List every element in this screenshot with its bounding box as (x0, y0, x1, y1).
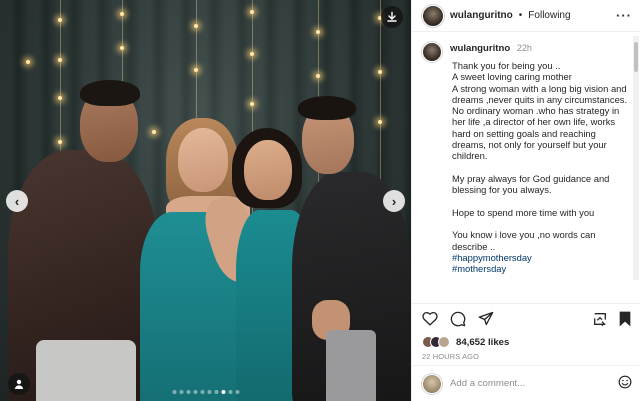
fairy-light (316, 74, 320, 78)
bookmark-icon (619, 311, 631, 326)
action-bar-right (592, 311, 632, 327)
fairy-light (58, 58, 62, 62)
likes-row: 84,652 likes (412, 333, 640, 349)
fairy-light (250, 10, 254, 14)
comment-icon (450, 311, 466, 326)
post-sidebar: wulanguritno • Following ··· wulanguritn… (411, 0, 640, 401)
fairy-light (152, 130, 156, 134)
smiley-icon (618, 375, 632, 389)
download-button[interactable] (381, 6, 403, 28)
carousel-indicator (172, 390, 239, 394)
repost-button[interactable] (592, 311, 608, 327)
person-tag-icon (14, 379, 24, 389)
scrollbar-thumb[interactable] (634, 42, 638, 72)
share-button[interactable] (478, 311, 494, 326)
instagram-post: ‹ › wulanguritno • Following ··· wulangu… (0, 0, 640, 401)
fairy-light (26, 60, 30, 64)
emoji-picker-button[interactable] (618, 375, 632, 392)
save-button[interactable] (618, 311, 632, 327)
post-photo[interactable]: ‹ › (0, 0, 411, 401)
header-separator: • (518, 10, 523, 21)
fairy-light (378, 120, 382, 124)
following-button[interactable]: Following (528, 10, 570, 21)
fairy-light (58, 18, 62, 22)
author-username[interactable]: wulanguritno (450, 10, 513, 21)
action-bar (412, 303, 640, 333)
heart-icon (422, 311, 438, 326)
fairy-light (250, 102, 254, 106)
carousel-next-button[interactable]: › (383, 190, 405, 212)
post-header: wulanguritno • Following ··· (412, 0, 640, 32)
carousel-dot (172, 390, 176, 394)
fairy-light (378, 70, 382, 74)
carousel-dot (207, 390, 211, 394)
carousel-dot (193, 390, 197, 394)
fairy-light (58, 96, 62, 100)
carousel-dot (214, 390, 218, 394)
download-icon (387, 11, 397, 22)
caption-time: 22h (516, 43, 532, 53)
author-avatar[interactable] (422, 4, 444, 27)
caption-text: Thank you for being you .. A sweet lovin… (452, 60, 628, 252)
carousel-dot (179, 390, 183, 394)
fairy-light (250, 52, 254, 56)
carousel-dot (186, 390, 190, 394)
caption-author-avatar[interactable] (422, 42, 442, 62)
carousel-dot (200, 390, 204, 394)
fairy-light (194, 24, 198, 28)
caption-section: wulanguritno 22h Thank you for being you… (412, 32, 640, 303)
comment-input[interactable] (450, 378, 610, 389)
fairy-light (120, 12, 124, 16)
fairy-light (194, 68, 198, 72)
liker-avatar (438, 336, 450, 348)
carousel-dot (235, 390, 239, 394)
caption-username[interactable]: wulanguritno (450, 43, 510, 54)
fairy-light (316, 30, 320, 34)
share-icon (478, 311, 494, 326)
post-timestamp: 22 HOURS AGO (422, 352, 480, 361)
chevron-left-icon: ‹ (14, 193, 20, 209)
carousel-dot (221, 390, 225, 394)
caption-hashtags[interactable]: #happymothersday #mothersday (452, 252, 628, 275)
carousel-dot (228, 390, 232, 394)
carousel-prev-button[interactable]: ‹ (6, 190, 28, 212)
viewer-avatar (422, 373, 442, 394)
comment-composer (412, 365, 640, 401)
likes-count[interactable]: 84,652 likes (456, 337, 509, 348)
caption-scrollbar[interactable] (633, 36, 639, 280)
caption-header: wulanguritno 22h (422, 42, 628, 62)
more-options-icon[interactable]: ··· (616, 9, 632, 22)
tagged-people-button[interactable] (8, 373, 30, 395)
chevron-right-icon: › (391, 193, 397, 209)
like-button[interactable] (422, 311, 438, 326)
fairy-light (58, 140, 62, 144)
comment-button[interactable] (450, 311, 466, 327)
liker-avatars[interactable] (422, 336, 450, 348)
fairy-light (120, 46, 124, 50)
repost-icon (594, 312, 606, 326)
